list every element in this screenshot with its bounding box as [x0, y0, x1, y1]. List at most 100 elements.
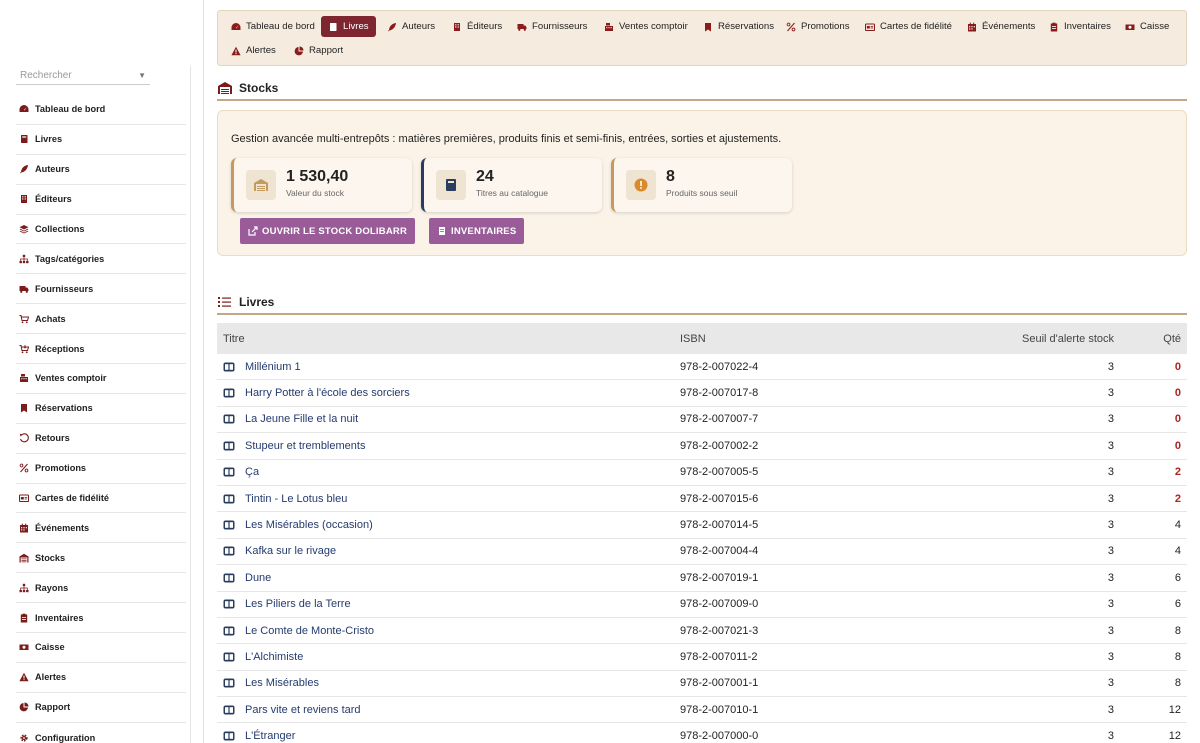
feather-icon: [19, 164, 29, 174]
column-qty[interactable]: Qté: [1114, 333, 1187, 345]
cell-title: Harry Potter à l'école des sorciers: [217, 387, 674, 399]
tab-promotions[interactable]: Promotions: [779, 16, 857, 37]
sidebar-item-evenements[interactable]: Événements: [16, 513, 186, 544]
sidebar-item-label: Réceptions: [35, 343, 85, 354]
book-icon: [223, 441, 235, 451]
book-title-link[interactable]: Le Comte de Monte-Cristo: [245, 625, 374, 637]
tab-rapport[interactable]: Rapport: [287, 40, 350, 61]
cell-qty: 12: [1168, 730, 1181, 743]
tab-label: Caisse: [1140, 21, 1170, 32]
column-threshold[interactable]: Seuil d'alerte stock: [944, 333, 1114, 345]
sidebar-item-alertes[interactable]: Alertes: [16, 663, 186, 693]
book-title-link[interactable]: Les Misérables (occasion): [245, 519, 373, 531]
sidebar-item-caisse[interactable]: Caisse: [16, 633, 186, 663]
sidebar-item-label: Éditeurs: [35, 194, 72, 205]
external-edit-icon: [248, 226, 258, 236]
book-title-link[interactable]: Ça: [245, 466, 259, 478]
tab-reservations[interactable]: Réservations: [696, 16, 781, 37]
cell-title: L'Étranger: [217, 730, 674, 742]
book-icon: [223, 546, 235, 556]
sidebar-item-editeurs[interactable]: Éditeurs: [16, 185, 186, 215]
book-title-link[interactable]: Kafka sur le rivage: [245, 545, 336, 557]
sidebar-item-promotions[interactable]: Promotions: [16, 454, 186, 484]
sidebar-item-label: Événements: [35, 522, 90, 533]
tab-inventaires[interactable]: Inventaires: [1042, 16, 1118, 37]
book-icon: [223, 599, 235, 609]
sidebar-item-label: Livres: [35, 134, 63, 145]
books-table: Titre ISBN Seuil d'alerte stock Qté Mill…: [217, 323, 1187, 743]
cell-isbn: 978-2-007021-3: [680, 624, 759, 637]
sidebar-item-reservations[interactable]: Réservations: [16, 394, 186, 424]
book-title-link[interactable]: L'Étranger: [245, 730, 295, 742]
cell-isbn: 978-2-007022-4: [680, 360, 759, 373]
sidebar-item-label: Rayons: [35, 582, 69, 593]
sidebar-item-configuration[interactable]: Configuration: [16, 723, 186, 743]
cell-title: Les Piliers de la Terre: [217, 598, 674, 610]
sidebar-item-label: Stocks: [35, 552, 66, 563]
tab-editeurs[interactable]: Éditeurs: [445, 16, 509, 37]
tab-ventes-comptoir[interactable]: Ventes comptoir: [597, 16, 695, 37]
sidebar-item-tableau-de-bord[interactable]: Tableau de bord: [16, 95, 186, 125]
book-title-link[interactable]: L'Alchimiste: [245, 651, 303, 663]
sidebar-item-achats[interactable]: Achats: [16, 304, 186, 335]
book-title-link[interactable]: La Jeune Fille et la nuit: [245, 413, 358, 425]
open-stock-button[interactable]: OUVRIR LE STOCK DOLIBARR: [240, 218, 416, 244]
cell-isbn: 978-2-007007-7: [680, 413, 759, 426]
cell-qty: 6: [1174, 571, 1181, 584]
sidebar-item-retours[interactable]: Retours: [16, 424, 186, 454]
sidebar-item-livres[interactable]: Livres: [16, 125, 186, 155]
sidebar-item-label: Collections: [35, 224, 85, 234]
book-title-link[interactable]: Les Piliers de la Terre: [245, 598, 351, 610]
undo-icon: [19, 433, 29, 443]
cell-title: Tintin - Le Lotus bleu: [217, 493, 674, 505]
column-title[interactable]: Titre: [217, 333, 674, 345]
building-icon: [19, 194, 29, 204]
warehouse-icon: [246, 170, 276, 200]
sidebar-item-label: Tableau de bord: [35, 104, 106, 115]
sidebar-item-cartes-de-fidelite[interactable]: Cartes de fidélité: [16, 484, 186, 514]
stocks-title: Stocks: [239, 81, 279, 95]
cell-isbn: 978-2-007019-1: [680, 571, 759, 584]
calendar-icon: [967, 22, 977, 32]
tab-auteurs[interactable]: Auteurs: [380, 16, 442, 37]
sidebar-item-fournisseurs[interactable]: Fournisseurs: [16, 274, 186, 305]
cell-qty: 12: [1168, 703, 1181, 716]
sidebar-item-receptions[interactable]: Réceptions: [16, 334, 186, 365]
inventories-button[interactable]: INVENTAIRES: [429, 218, 525, 244]
search-select[interactable]: Rechercher ▼: [16, 66, 150, 85]
tab-tableau-de-bord[interactable]: Tableau de bord: [224, 16, 322, 37]
book-title-link[interactable]: Harry Potter à l'école des sorciers: [245, 387, 410, 399]
sidebar-item-ventes-comptoir[interactable]: Ventes comptoir: [16, 364, 186, 394]
cell-threshold: 3: [1107, 624, 1114, 637]
sidebar-item-inventaires[interactable]: Inventaires: [16, 603, 186, 634]
column-isbn[interactable]: ISBN: [674, 333, 944, 345]
book-title-link[interactable]: Stupeur et tremblements: [245, 440, 365, 452]
cell-title: Dune: [217, 572, 674, 584]
book-title-link[interactable]: Dune: [245, 572, 271, 584]
table-row: Dune 978-2-007019-1 3 6: [217, 565, 1187, 592]
tab-evenements[interactable]: Événements: [960, 16, 1042, 37]
sidebar-item-rapport[interactable]: Rapport: [16, 693, 186, 723]
book-title-link[interactable]: Millénium 1: [245, 361, 301, 373]
sidebar-item-stocks[interactable]: Stocks: [16, 543, 186, 574]
sidebar-item-rayons[interactable]: Rayons: [16, 573, 186, 604]
building-icon: [452, 22, 462, 32]
cell-threshold: 3: [1107, 387, 1114, 400]
cell-qty: 8: [1174, 677, 1181, 690]
tab-cartes-de-fidelite[interactable]: Cartes de fidélité: [858, 16, 959, 37]
cell-title: La Jeune Fille et la nuit: [217, 413, 674, 425]
tab-caisse[interactable]: Caisse: [1118, 16, 1176, 37]
sitemap-icon: [19, 583, 29, 593]
book-title-link[interactable]: Tintin - Le Lotus bleu: [245, 493, 347, 505]
tab-alertes[interactable]: Alertes: [224, 40, 283, 61]
kpi-value: 24: [476, 168, 494, 185]
book-icon: [223, 388, 235, 398]
tab-fournisseurs[interactable]: Fournisseurs: [510, 16, 594, 37]
sidebar-item-auteurs[interactable]: Auteurs: [16, 155, 186, 185]
tab-livres[interactable]: Livres: [321, 16, 376, 37]
book-title-link[interactable]: Les Misérables: [245, 677, 319, 689]
sidebar-item-collections[interactable]: Collections: [16, 215, 186, 245]
book-title-link[interactable]: Pars vite et reviens tard: [245, 704, 361, 716]
warehouse-icon: [217, 81, 233, 95]
sidebar-item-tags-categories[interactable]: Tags/catégories: [16, 244, 186, 275]
